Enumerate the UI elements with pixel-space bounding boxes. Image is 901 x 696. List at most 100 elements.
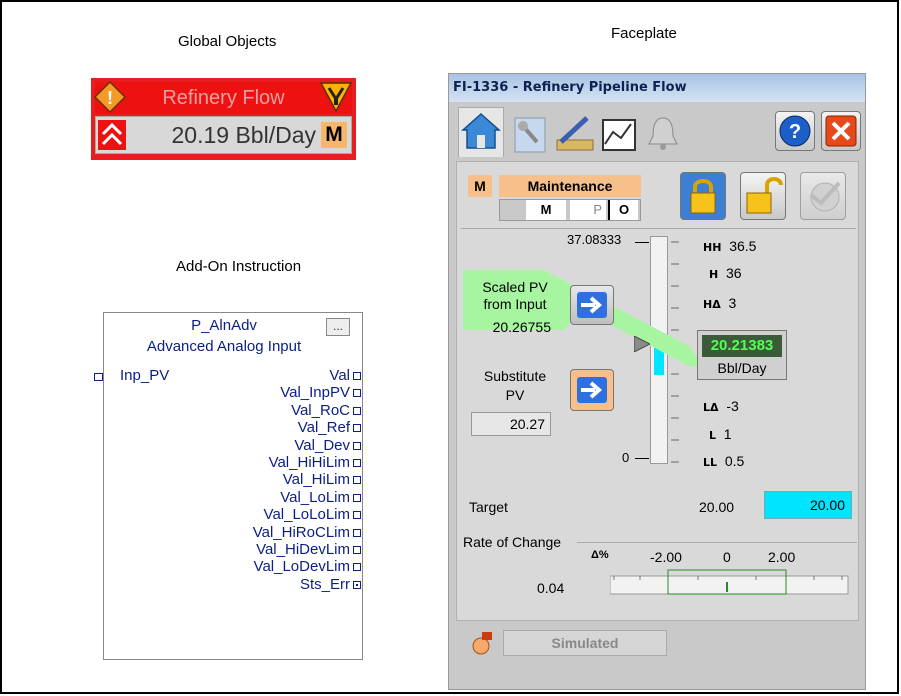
- input-pin[interactable]: [94, 373, 103, 381]
- simulation-icon: [472, 632, 492, 655]
- limit-ldev[interactable]: LΔ -3: [703, 398, 739, 414]
- output-val: Val: [253, 367, 361, 384]
- arrow-right-icon: [577, 377, 607, 403]
- scaled-pv-value: 20.26755: [492, 319, 551, 335]
- global-object-value-bar: 20.19 Bbl/Day M: [95, 116, 352, 154]
- help-icon: ?: [779, 115, 811, 147]
- output-label: Val_HiLim: [282, 471, 350, 489]
- scaled-pv-label: Scaled PV from Input: [482, 279, 548, 312]
- divider: [461, 228, 856, 229]
- substitute-pv-input[interactable]: 20.27: [471, 412, 551, 436]
- output-pin[interactable]: [353, 546, 361, 555]
- alarm-bell-icon: [648, 117, 678, 150]
- svg-text:!: !: [107, 88, 113, 108]
- output-pin[interactable]: [353, 563, 361, 572]
- close-icon: [825, 115, 857, 147]
- output-pin[interactable]: [353, 528, 361, 537]
- output-pin[interactable]: [353, 580, 361, 589]
- svg-text:?: ?: [789, 121, 801, 143]
- limit-tag: LL: [703, 456, 718, 469]
- output-val-lolim: Val_LoLim: [253, 489, 361, 506]
- tab-alarms[interactable]: [641, 112, 685, 156]
- limit-value: 0.5: [724, 453, 745, 469]
- lock-button[interactable]: [680, 172, 726, 220]
- output-pin[interactable]: [353, 441, 361, 450]
- target-input[interactable]: 20.00: [764, 491, 852, 519]
- output-pin[interactable]: [353, 511, 361, 520]
- reset-button[interactable]: [800, 172, 846, 220]
- aoi-properties-button[interactable]: ...: [326, 318, 350, 336]
- roc-value: 0.04: [537, 580, 565, 596]
- faceplate-title: FI-1336 - Refinery Pipeline Flow: [453, 80, 687, 95]
- output-label: Val_InpPV: [280, 384, 350, 402]
- help-button[interactable]: ?: [775, 111, 815, 151]
- limit-tag: HΔ: [703, 298, 721, 311]
- output-val-hihilim: Val_HiHiLim: [253, 454, 361, 471]
- limit-ll[interactable]: LL 0.5: [703, 453, 744, 469]
- mode-label: Maintenance: [499, 175, 641, 197]
- mode-indicator: M: [468, 175, 492, 197]
- output-val-dev: Val_Dev: [253, 437, 361, 454]
- limit-l[interactable]: L 1: [709, 426, 732, 442]
- limit-tag: H: [709, 268, 719, 281]
- pv-pointer-icon: [634, 336, 650, 352]
- mode-cells: M P O: [499, 199, 641, 221]
- select-substitute-pv-button[interactable]: [570, 369, 614, 411]
- output-val-hidevlim: Val_HiDevLim: [253, 541, 361, 559]
- output-pin[interactable]: [353, 372, 361, 380]
- unlock-button[interactable]: [740, 172, 786, 220]
- roc-divider: [577, 542, 857, 543]
- reset-check-icon: [809, 181, 841, 212]
- tab-home[interactable]: [458, 107, 504, 157]
- arrow-right-icon: [577, 292, 607, 318]
- chevron-up-double-icon: [98, 120, 126, 150]
- mode-cell-o[interactable]: O: [608, 200, 638, 220]
- output-val-ref: Val_Ref: [253, 419, 361, 436]
- output-label: Val_HiDevLim: [256, 541, 350, 559]
- tab-engineering[interactable]: [509, 112, 553, 156]
- output-label: Val_LoLoLim: [263, 506, 350, 524]
- faceplate-titlebar: FI-1336 - Refinery Pipeline Flow: [449, 74, 865, 102]
- roc-bar: [610, 569, 849, 595]
- substitute-pv-label: Substitute PV: [483, 368, 547, 403]
- limit-tag: L: [709, 429, 717, 442]
- scale-max: 37.08333: [567, 232, 622, 247]
- roc-label: Rate of Change: [463, 534, 562, 550]
- engineering-settings-icon: [514, 117, 546, 153]
- output-pin[interactable]: [353, 493, 361, 502]
- tab-tuning[interactable]: [553, 112, 597, 156]
- output-pin[interactable]: [353, 389, 361, 398]
- aoi-block[interactable]: P_AlnAdv ... Advanced Analog Input Inp_P…: [94, 312, 363, 660]
- output-pin[interactable]: [353, 459, 361, 468]
- roc-tick-neg: -2.00: [650, 549, 682, 565]
- output-pin[interactable]: [353, 406, 361, 415]
- limit-h[interactable]: H 36: [709, 265, 742, 281]
- alarm-warning-icon: !: [93, 80, 127, 114]
- limit-hh[interactable]: HH 36.5: [703, 238, 756, 254]
- global-object-title: Refinery Flow: [162, 87, 285, 109]
- output-label: Val: [329, 367, 350, 384]
- global-objects-heading: Global Objects: [178, 33, 277, 50]
- pv-value: 20.21383: [702, 335, 782, 357]
- tab-trends[interactable]: [597, 112, 641, 156]
- faceplate-heading: Faceplate: [611, 25, 677, 42]
- limit-value: 36.5: [729, 238, 757, 254]
- lock-open-icon: [746, 177, 783, 214]
- limit-hdev[interactable]: HΔ 3: [703, 295, 736, 311]
- output-pin[interactable]: [353, 424, 361, 433]
- faceplate-window: FI-1336 - Refinery Pipeline Flow ? M Mai…: [448, 73, 866, 690]
- select-scaled-pv-button[interactable]: [570, 285, 614, 325]
- close-button[interactable]: [821, 111, 861, 151]
- target-value: 20.00: [699, 499, 735, 515]
- trend-chart-icon: [602, 119, 636, 151]
- scale-max-tick: [635, 242, 649, 243]
- output-pin[interactable]: [353, 476, 361, 485]
- scale-min-tick: [635, 458, 649, 459]
- output-label: Val_LoDevLim: [253, 558, 350, 576]
- mode-cell-m[interactable]: M: [526, 200, 566, 220]
- output-label: Val_HiRoCLim: [252, 523, 350, 541]
- aoi-outputs: Val Val_InpPV Val_RoC Val_Ref Val_Dev Va…: [252, 367, 361, 593]
- global-object[interactable]: Refinery Flow ! 20.19 Bbl/Day M: [91, 78, 356, 160]
- mode-cell-p[interactable]: P: [570, 200, 606, 220]
- maintenance-wrench-icon: [319, 82, 353, 113]
